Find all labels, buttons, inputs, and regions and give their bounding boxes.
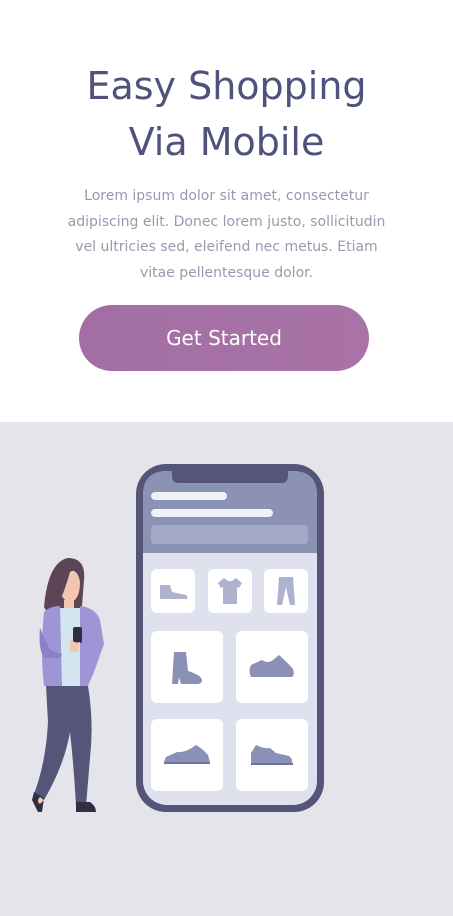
hero-section: Easy Shopping Via Mobile Lorem ipsum dol… xyxy=(0,0,453,422)
hero-description: Lorem ipsum dolor sit amet, consectetur … xyxy=(67,188,386,281)
page-title-line-2: Via Mobile xyxy=(128,120,325,164)
get-started-button[interactable]: Get Started xyxy=(79,305,369,371)
illustration-section xyxy=(0,422,453,916)
page-title: Easy Shopping Via Mobile xyxy=(0,58,453,170)
page-title-line-1: Easy Shopping xyxy=(86,64,367,108)
shopping-illustration xyxy=(32,464,324,812)
phone-illustration xyxy=(136,464,324,812)
woman-illustration xyxy=(32,558,104,812)
